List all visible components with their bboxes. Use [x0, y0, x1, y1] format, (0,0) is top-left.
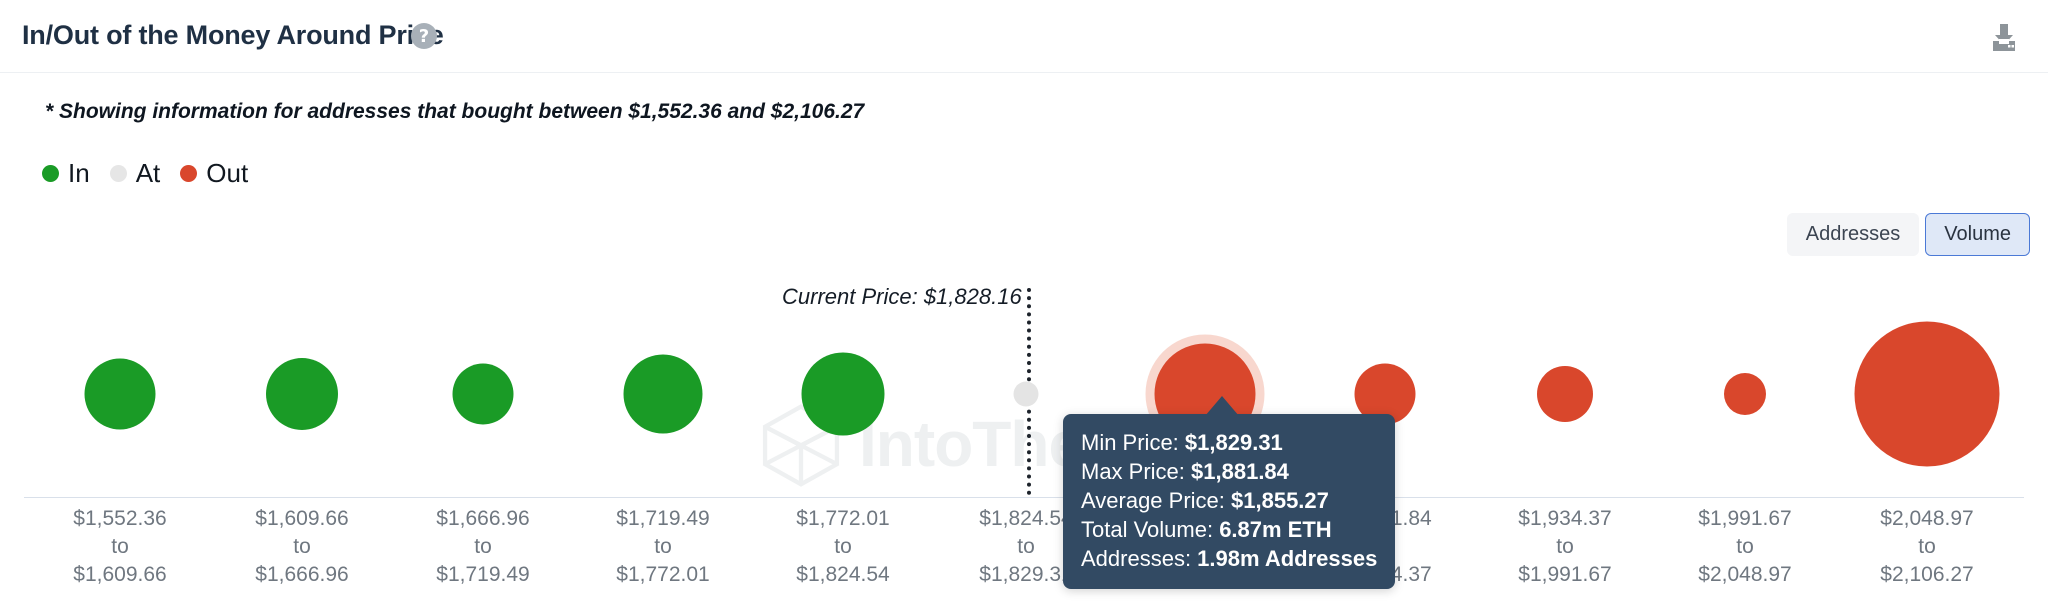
tick-label-line: to — [834, 534, 852, 558]
bubble-in-0[interactable] — [84, 358, 156, 430]
tick-label-line: $1,824.54 — [796, 562, 890, 586]
tick-label-line: to — [111, 534, 129, 558]
x-axis-tick-label: $1,666.96 to $1,719.49 — [436, 505, 529, 589]
tooltip-arrow — [1205, 396, 1239, 416]
tick-label-line: $1,666.96 — [255, 562, 349, 586]
tick-label-line: $1,824.54 — [979, 507, 1073, 530]
tooltip-row-value: $1,881.84 — [1191, 459, 1289, 485]
tick-label-line: $1,934.37 — [1518, 507, 1612, 530]
tick-label-line: $1,719.49 — [436, 562, 530, 586]
tooltip-row: Total Volume: 6.87m ETH — [1081, 515, 1377, 544]
tooltip-row: Max Price: $1,881.84 — [1081, 457, 1377, 486]
tick-label-line: to — [1918, 534, 1936, 558]
tick-label-line: $2,048.97 — [1880, 507, 1974, 530]
tick-label-line: to — [654, 534, 672, 558]
legend-item-out[interactable]: Out — [180, 158, 248, 189]
legend-label-in: In — [68, 158, 90, 188]
bubble-tooltip: Min Price: $1,829.31 Max Price: $1,881.84… — [1063, 414, 1396, 590]
tooltip-row-label: Average Price: — [1081, 488, 1232, 514]
x-axis-tick-label: $1,719.49 to $1,772.01 — [616, 505, 709, 589]
tooltip-row: Addresses: 1.98m Addresses — [1081, 544, 1377, 573]
bubble-in-1[interactable] — [266, 358, 338, 430]
tick-label-line: to — [1556, 534, 1574, 558]
bubble-out-10[interactable] — [1854, 321, 2000, 467]
bubble-out-8[interactable] — [1537, 366, 1593, 422]
tick-label-line: $1,552.36 — [73, 507, 167, 530]
tooltip-row-value: 6.87m ETH — [1219, 517, 1332, 543]
tick-label-line: to — [474, 534, 492, 558]
download-icon[interactable] — [1984, 20, 2024, 56]
x-axis-tick-label: $1,609.66 to $1,666.96 — [255, 505, 348, 589]
x-axis-tick-label: $1,552.36 to $1,609.66 — [73, 505, 166, 589]
tick-label-line: to — [293, 534, 311, 558]
tick-label-line: to — [1017, 534, 1035, 558]
x-axis-tick-label: $1,934.37 to $1,991.67 — [1518, 505, 1611, 589]
tick-label-line: $1,991.67 — [1518, 562, 1612, 586]
tooltip-row-value: $1,855.27 — [1231, 488, 1329, 514]
chart-subtitle: * Showing information for addresses that… — [45, 100, 865, 123]
legend-dot-out — [180, 165, 198, 182]
legend-item-in[interactable]: In — [42, 158, 90, 189]
tick-label-line: $1,772.01 — [796, 507, 890, 530]
tick-label-line: $2,048.97 — [1698, 562, 1792, 586]
chart-legend: In At Out — [42, 158, 268, 189]
x-axis-labels: $1,552.36 to $1,609.66 $1,609.66 to $1,666.96… — [0, 505, 2048, 615]
bubble-in-4[interactable] — [801, 352, 885, 436]
tick-label-line: $1,829.31 — [979, 562, 1073, 586]
x-axis-tick-label: $1,824.54 to $1,829.31 — [979, 505, 1072, 589]
bubble-in-2[interactable] — [452, 363, 514, 425]
legend-dot-in — [42, 165, 59, 182]
bubble-in-3[interactable] — [623, 354, 703, 434]
x-axis-tick-label: $1,991.67 to $2,048.97 — [1698, 505, 1791, 589]
legend-item-at[interactable]: At — [109, 158, 161, 189]
legend-label-at: At — [135, 158, 161, 188]
legend-dot-at — [109, 165, 127, 182]
tick-label-line: $1,991.67 — [1698, 507, 1792, 530]
tick-label-line: $1,772.01 — [616, 562, 710, 586]
tooltip-row-value: 1.98m Addresses — [1197, 546, 1378, 572]
x-axis-tick-label: $2,048.97 to $2,106.27 — [1880, 505, 1973, 589]
current-price-label: Current Price: $1,828.16 — [782, 284, 1022, 309]
legend-label-out: Out — [206, 158, 249, 188]
x-axis-tick-label: $1,772.01 to $1,824.54 — [796, 505, 889, 589]
tooltip-row: Average Price: $1,855.27 — [1081, 486, 1377, 515]
tick-label-line: $1,719.49 — [616, 507, 710, 530]
x-axis-line — [24, 497, 2024, 498]
tick-label-line: $1,609.66 — [255, 507, 349, 530]
bubble-at-5[interactable] — [1013, 381, 1039, 407]
tick-label-line: $1,609.66 — [73, 562, 167, 586]
tooltip-row-label: Min Price: — [1081, 430, 1185, 455]
card-header: In/Out of the Money Around Price ? — [0, 0, 2048, 73]
bubble-out-9[interactable] — [1724, 373, 1766, 415]
question-mark-icon[interactable]: ? — [411, 23, 437, 49]
tick-label-line: to — [1736, 534, 1754, 558]
tooltip-row-value: $1,829.31 — [1184, 430, 1283, 455]
page-title: In/Out of the Money Around Price — [22, 20, 444, 50]
tooltip-row: Min Price: $1,829.31 — [1081, 428, 1377, 457]
tooltip-row-label: Addresses: — [1081, 546, 1198, 572]
tooltip-row-label: Max Price: — [1081, 459, 1192, 485]
chart-card: In/Out of the Money Around Price ? * Sho… — [0, 0, 2048, 616]
tooltip-row-label: Total Volume: — [1081, 517, 1220, 543]
tick-label-line: $2,106.27 — [1880, 562, 1974, 586]
tick-label-line: $1,666.96 — [436, 507, 530, 530]
